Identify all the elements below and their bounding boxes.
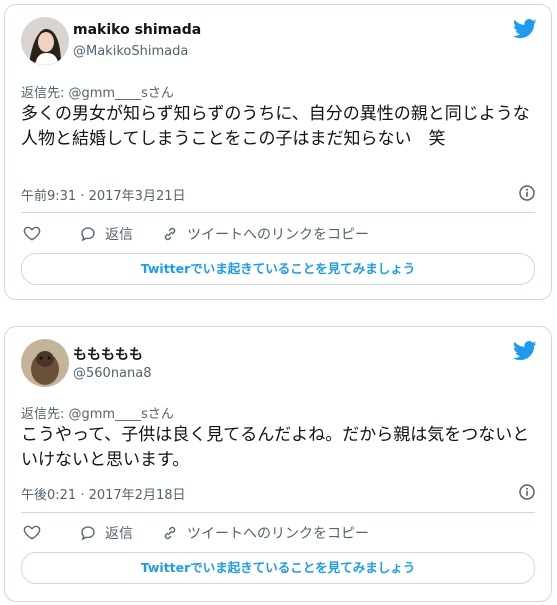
tweet-text: こうやって、子供は良く見てるんだよね。だから親は気をつないといけないと思います。: [21, 425, 530, 470]
copy-link-button[interactable]: ツイートへのリンクをコピー: [161, 224, 369, 244]
tweet-actions: 返信 ツイートへのリンクをコピー: [21, 224, 535, 244]
reply-icon: [81, 227, 95, 242]
link-icon: [164, 526, 176, 540]
heart-icon: [23, 525, 41, 540]
tweet-actions: 返信 ツイートへのリンクをコピー: [21, 523, 535, 543]
info-icon[interactable]: [519, 484, 535, 500]
reply-label: 返信: [105, 526, 133, 542]
tweet-card: ももももも @560nana8 返信先: @gmm____sさん こうやって、子…: [4, 326, 552, 602]
display-name[interactable]: ももももも: [73, 344, 143, 364]
explore-twitter-button[interactable]: Twitterでいま起きていることを見てみましょう: [21, 552, 535, 584]
reply-to[interactable]: 返信先: @gmm____sさん: [21, 82, 174, 101]
like-button[interactable]: [23, 224, 49, 242]
link-icon: [164, 227, 176, 241]
user-handle[interactable]: @MakikoShimada: [73, 44, 188, 59]
reply-button[interactable]: 返信: [79, 523, 133, 543]
reply-icon: [81, 526, 95, 541]
divider: [21, 212, 535, 213]
reply-label: 返信: [105, 227, 133, 243]
avatar[interactable]: [21, 339, 69, 387]
avatar[interactable]: [21, 17, 69, 65]
timestamp[interactable]: 午後0:21 · 2017年2月18日: [21, 484, 186, 503]
copy-link-button[interactable]: ツイートへのリンクをコピー: [161, 523, 369, 543]
info-icon[interactable]: [519, 185, 535, 201]
reply-to[interactable]: 返信先: @gmm____sさん: [21, 403, 174, 422]
twitter-bird-icon[interactable]: [513, 341, 537, 361]
tweet-card: makiko shimada @MakikoShimada 返信先: @gmm_…: [4, 4, 552, 300]
copy-link-label: ツイートへのリンクをコピー: [187, 227, 369, 243]
twitter-bird-icon[interactable]: [513, 19, 537, 39]
divider: [21, 512, 535, 513]
timestamp[interactable]: 午前9:31 · 2017年3月21日: [21, 185, 186, 204]
reply-button[interactable]: 返信: [79, 224, 133, 244]
user-handle[interactable]: @560nana8: [73, 366, 152, 381]
tweet-text: 多くの男女が知らず知らずのうちに、自分の異性の親と同じような人物と結婚してしまう…: [21, 104, 530, 149]
like-button[interactable]: [23, 523, 49, 541]
heart-icon: [23, 226, 41, 241]
explore-twitter-button[interactable]: Twitterでいま起きていることを見てみましょう: [21, 253, 535, 285]
display-name[interactable]: makiko shimada: [73, 22, 201, 38]
copy-link-label: ツイートへのリンクをコピー: [187, 526, 369, 542]
